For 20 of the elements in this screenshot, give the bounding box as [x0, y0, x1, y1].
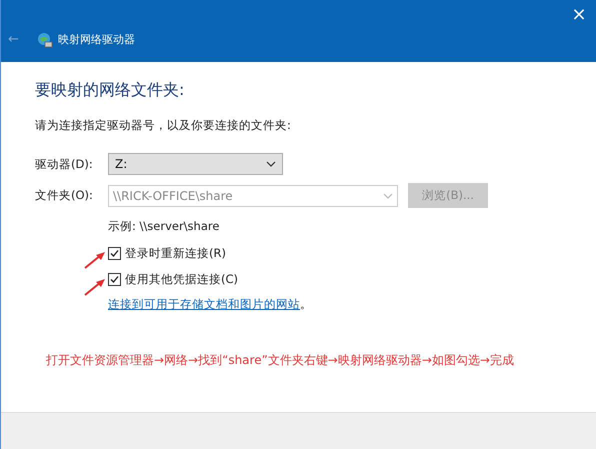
checkbox-label: 登录时重新连接(R): [125, 244, 226, 262]
annotation-arrow: [83, 250, 107, 270]
website-link[interactable]: 连接到可用于存储文档和图片的网站: [108, 296, 300, 314]
checkbox[interactable]: [108, 272, 121, 286]
link-period: 。: [300, 296, 312, 313]
checkbox[interactable]: [108, 246, 121, 260]
annotation-text: 打开文件资源管理器→网络→找到“share”文件夹右键→映射网络驱动器→如图勾选→完成: [45, 352, 515, 370]
annotation-arrow: [83, 277, 107, 297]
chevron-icon: [266, 161, 276, 168]
chevron-icon: [383, 192, 393, 199]
close-button[interactable]: ×: [564, 0, 594, 30]
drive-dropdown[interactable]: Z:: [108, 153, 283, 176]
example-text: 示例: \\server\share: [108, 218, 220, 236]
page-heading: 要映射的网络文件夹:: [35, 79, 186, 101]
checkbox-label: 使用其他凭据连接(C): [125, 270, 238, 288]
drive-label: 驱动器(D):: [35, 156, 94, 173]
window-title: 映射网络驱动器: [58, 32, 135, 48]
network-drive-icon: [36, 32, 53, 48]
folder-label: 文件夹(O):: [35, 187, 94, 204]
instruction-text: 请为连接指定驱动器号，以及你要连接的文件夹:: [35, 117, 292, 134]
